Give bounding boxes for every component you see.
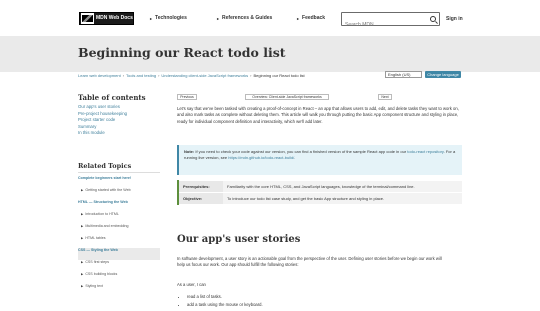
triangle-right-icon: ▶ [81,188,84,192]
logo-text: MDN Web Docs [96,15,133,21]
related-topic-item[interactable]: HTML — Structuring the Web [78,200,160,212]
toc-heading: Table of contents [78,93,146,102]
related-topic-item[interactable]: Complete beginners start here! [78,176,160,188]
related-topic-label: CSS — Styling the Web [78,248,118,252]
related-topics-heading: Related Topics [78,162,132,170]
caret-right-icon: ▸ [297,15,300,21]
search-box [341,12,440,31]
related-topic-item[interactable]: ▶ CSS first steps [78,260,160,272]
breadcrumb-current: Beginning our React todo list [253,73,305,78]
related-topic-label: CSS building blocks [85,272,118,276]
table-row: Prerequisites: Familiarity with the core… [177,180,462,193]
nav-feedback[interactable]: ▸ Feedback [297,15,325,21]
overview-button[interactable]: Overview: Client-side JavaScript framewo… [245,94,329,100]
language-select[interactable]: English (US) [385,71,422,78]
prerequisites-label: Prerequisites: [177,180,223,193]
triangle-right-icon: ▶ [81,260,84,264]
nav-label: Feedback [302,15,326,21]
toc-item[interactable]: In this module [78,130,127,137]
next-button[interactable]: Next [378,94,392,100]
sign-in-link[interactable]: Sign in [446,16,463,22]
previous-button[interactable]: Previous [177,94,197,100]
user-stories-list: read a list of tasks. add a task using t… [183,293,263,308]
related-topic-label: Introduction to HTML [85,212,119,216]
related-topic-label: Styling text [85,284,103,288]
related-topic-item[interactable]: ▶ Styling text [78,284,160,296]
nav-label: References & Guides [222,15,273,21]
toc-list: Our app's user stories Pre-project house… [78,104,127,137]
triangle-right-icon: ▶ [81,212,84,216]
breadcrumb-item[interactable]: Tools and testing [126,73,156,78]
objective-value: To introduce our todo list case study, a… [223,192,462,205]
search-icon[interactable] [430,16,436,22]
breadcrumb: Learn web development › Tools and testing ›… [78,73,305,78]
note-text: . [294,155,296,160]
nav-technologies[interactable]: ▸ Technologies [150,15,187,21]
prerequisites-value: Familiarity with the core HTML, CSS, and… [223,180,462,193]
breadcrumb-separator: › [122,73,125,78]
caret-right-icon: ▸ [150,15,153,21]
related-topic-item[interactable]: ▶ Introduction to HTML [78,212,160,224]
breadcrumb-item[interactable]: Understanding client-side JavaScript fra… [161,73,248,78]
change-language-button[interactable]: Change language [425,71,461,78]
triangle-right-icon: ▶ [81,236,84,240]
list-item: add a task using the mouse or keyboard. [187,301,263,309]
as-a-user-text: As a user, I can [177,282,206,287]
related-topic-label: HTML tables [85,236,106,240]
related-topic-item[interactable]: ▶ Multimedia and embedding [78,224,160,236]
objective-label: Objective: [177,192,223,205]
toc-item[interactable]: Summary [78,124,127,131]
triangle-right-icon: ▶ [81,224,84,228]
related-topic-item[interactable]: CSS — Styling the Web [78,248,160,260]
table-row: Objective: To introduce our todo list ca… [177,192,462,205]
related-topic-label: Getting started with the Web [85,188,131,192]
related-topic-label: HTML — Structuring the Web [78,200,128,204]
related-topic-label: Multimedia and embedding [85,224,129,228]
note-text: If you need to check your code against o… [194,149,408,154]
related-topics-list: Complete beginners start here! ▶ Getting … [78,176,160,296]
note-box: Note: If you need to check your code aga… [177,145,462,175]
page-title: Beginning our React todo list [78,45,286,60]
nav-label: Technologies [155,15,187,21]
search-input[interactable] [342,19,427,31]
related-topic-label: Complete beginners start here! [78,176,132,180]
related-topic-item[interactable]: ▶ CSS building blocks [78,272,160,284]
intro-paragraph: Let's say that we've been tasked with cr… [177,106,459,124]
divider [78,172,160,173]
triangle-right-icon: ▶ [81,272,84,276]
note-label: Note: [184,149,195,154]
live-version-link[interactable]: https://mdn.github.io/todo-react-build/ [228,155,294,160]
toc-item[interactable]: Project starter code [78,117,127,124]
breadcrumb-item[interactable]: Learn web development [78,73,121,78]
mdn-logo-icon [81,13,94,24]
language-selected: English (US) [388,72,411,77]
nav-references-guides[interactable]: ▸ References & Guides [217,15,272,21]
requirements-table: Prerequisites: Familiarity with the core… [177,180,462,205]
user-stories-paragraph: In software development, a user story is… [177,256,442,268]
list-item: read a list of tasks. [187,293,263,301]
breadcrumb-separator: › [250,73,252,78]
toc-item[interactable]: Pre-project housekeeping [78,111,127,118]
user-stories-heading: Our app's user stories [177,234,301,245]
caret-right-icon: ▸ [217,15,220,21]
related-topic-item[interactable]: ▶ HTML tables [78,236,160,248]
top-bar: MDN Web Docs ▸ Technologies ▸ References… [0,0,540,36]
todo-react-repo-link[interactable]: todo-react repository [407,149,443,154]
breadcrumb-separator: › [158,73,160,78]
related-topic-item[interactable]: ▶ Getting started with the Web [78,188,160,200]
mdn-logo[interactable]: MDN Web Docs [79,12,134,25]
toc-item[interactable]: Our app's user stories [78,104,127,111]
related-topic-label: CSS first steps [85,260,110,264]
triangle-right-icon: ▶ [81,284,84,288]
